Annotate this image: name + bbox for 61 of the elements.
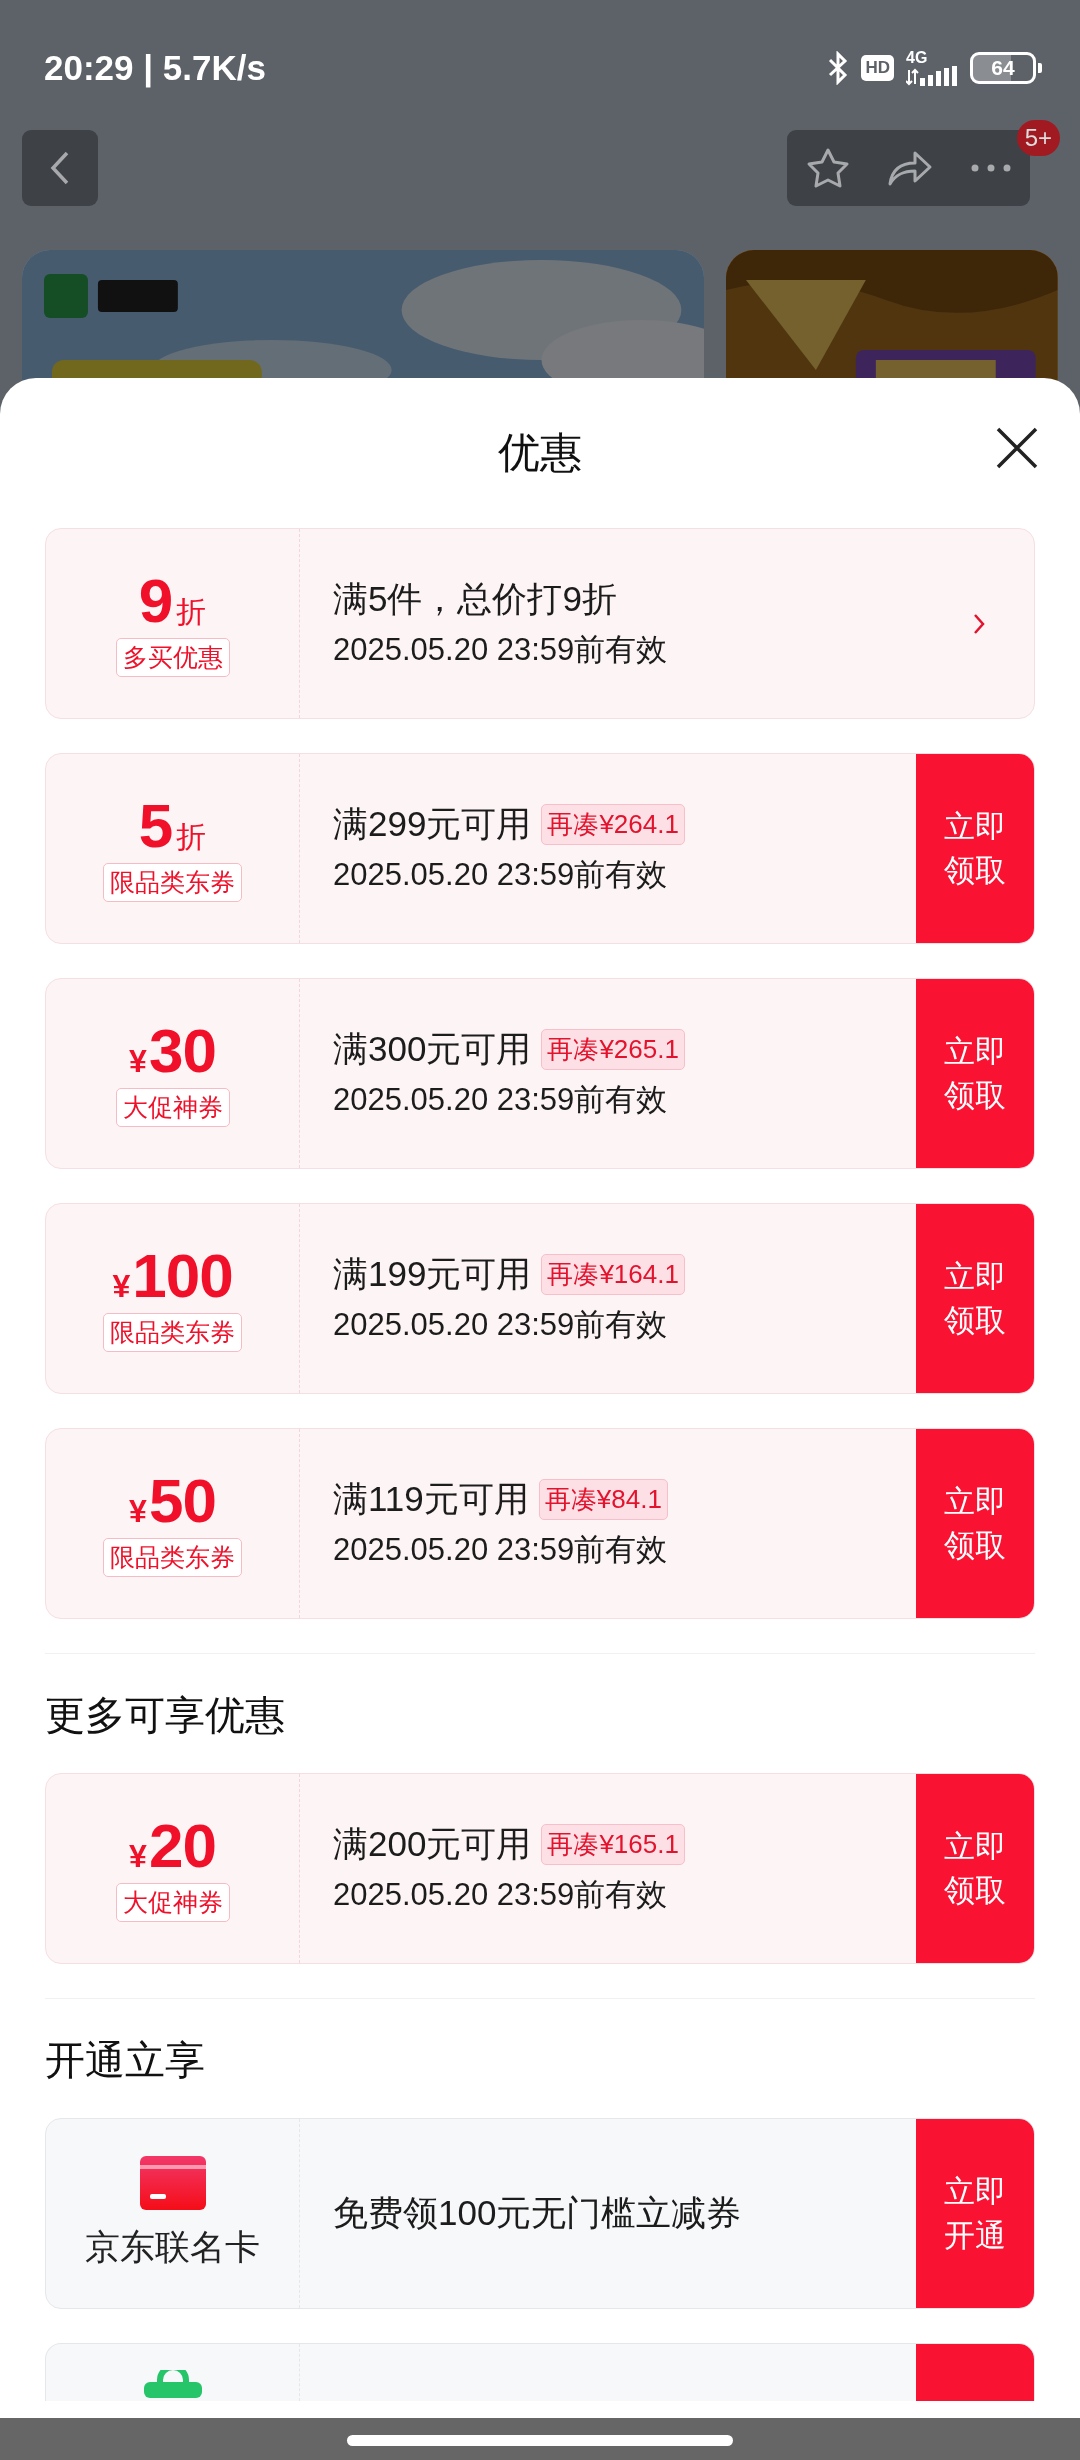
discount-unit: 折 [176,822,207,852]
activate-button[interactable]: 立即开通 [916,2119,1034,2308]
coupon-value: 5 [138,795,173,857]
claim-button[interactable]: 立即领取 [916,1774,1034,1963]
bluetooth-icon [827,51,850,85]
coupon-value: 50 [148,1470,216,1532]
coupon-tag: 大促神券 [115,1883,230,1922]
validity-date: 2025.05.20 23:59前有效 [333,856,669,894]
claim-button[interactable]: 立即领取 [916,1204,1034,1393]
coupon-tag: 多买优惠 [115,638,230,677]
coupon-tag: 大促神券 [115,1088,230,1127]
coupon-condition: 满199元可用 [333,1253,532,1295]
validity-date: 2025.05.20 23:59前有效 [333,1081,669,1119]
close-icon[interactable] [995,426,1039,470]
bag-icon [141,2370,204,2398]
remaining-amount: 再凑¥164.1 [541,1254,685,1295]
coupon-value: 30 [148,1020,216,1082]
remaining-amount: 再凑¥84.1 [538,1479,668,1520]
currency-symbol: ¥ [129,1045,147,1077]
remaining-amount: 再凑¥264.1 [541,804,685,845]
signal-icon [906,66,958,86]
coupon-condition: 满300元可用 [333,1028,532,1070]
hd-badge: HD [861,55,894,81]
coupon-tag: 限品类东券 [103,863,242,902]
coupon-condition: 满299元可用 [333,803,532,845]
sheet-title: 优惠 [498,428,582,478]
star-icon[interactable] [805,147,850,189]
back-button[interactable] [22,130,98,206]
chevron-right-icon[interactable] [973,612,985,635]
notification-badge: 5+ [1016,120,1060,156]
validity-date: 2025.05.20 23:59前有效 [333,631,669,669]
coupon-tag: 限品类东券 [103,1538,242,1577]
currency-symbol: ¥ [129,1495,147,1527]
network-label: 4G [906,50,928,66]
claim-button[interactable]: 立即领取 [916,979,1034,1168]
share-icon[interactable] [887,149,934,187]
discount-unit: 折 [176,597,207,627]
remaining-amount: 再凑¥165.1 [541,1824,685,1865]
currency-symbol: ¥ [129,1840,147,1872]
more-icon[interactable] [971,164,1012,172]
validity-date: 2025.05.20 23:59前有效 [333,1531,669,1569]
coupon-condition: 满119元可用 [333,1478,529,1520]
section-heading: 开通立享 [45,2037,206,2084]
service-offer: 免费领100元无门槛立减券 [333,2192,743,2234]
coupon-value: 9 [138,570,173,632]
currency-symbol: ¥ [112,1270,131,1302]
service-name: 京东联名卡 [85,2226,260,2268]
section-heading: 更多可享优惠 [45,1692,286,1739]
claim-button[interactable]: 立即领取 [916,1429,1034,1618]
status-time: 20:29 | 5.7K/s [44,48,266,88]
validity-date: 2025.05.20 23:59前有效 [333,1306,669,1344]
validity-date: 2025.05.20 23:59前有效 [333,1876,669,1914]
remaining-amount: 再凑¥265.1 [541,1029,685,1070]
coupon-condition: 满200元可用 [333,1823,532,1865]
coupon-condition: 满5件，总价打9折 [333,578,617,620]
coupon-value: 100 [132,1245,233,1307]
coupon-tag: 限品类东券 [103,1313,242,1352]
back-icon [50,150,70,186]
card-icon [139,2156,206,2210]
coupon-value: 20 [148,1815,216,1877]
claim-button[interactable]: 立即领取 [916,754,1034,943]
